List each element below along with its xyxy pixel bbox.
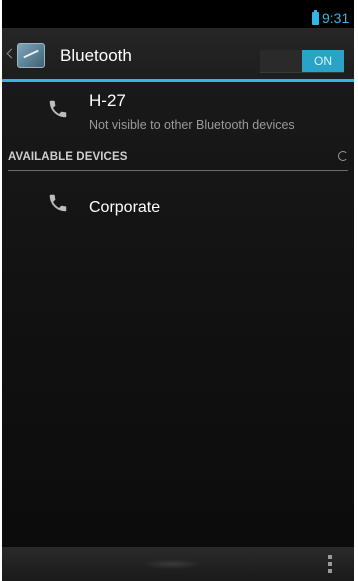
home-button-glow[interactable] xyxy=(142,559,202,569)
section-header-label: AVAILABLE DEVICES xyxy=(8,151,128,163)
device-name: Corporate xyxy=(89,199,161,216)
settings-app-icon[interactable] xyxy=(17,43,45,68)
overflow-menu-icon[interactable] xyxy=(328,555,332,573)
paired-device-row[interactable]: H-27 Not visible to other Bluetooth devi… xyxy=(2,82,354,144)
battery-icon xyxy=(312,10,319,25)
status-time: 9:31 xyxy=(322,10,350,26)
paired-device-status: Not visible to other Bluetooth devices xyxy=(89,118,295,132)
phone-icon xyxy=(49,194,67,212)
paired-device-name: H-27 xyxy=(89,91,126,110)
page-title: Bluetooth xyxy=(60,46,132,65)
up-caret-icon[interactable] xyxy=(6,48,17,59)
bluetooth-toggle-label: ON xyxy=(302,50,344,72)
bluetooth-toggle[interactable]: ON xyxy=(260,50,344,73)
available-devices-header: AVAILABLE DEVICES xyxy=(8,144,348,171)
phone-icon xyxy=(49,100,67,118)
list-item-corporate[interactable]: Corporate xyxy=(2,178,354,238)
navigation-bar xyxy=(2,547,354,581)
status-bar: 9:31 xyxy=(2,0,354,28)
action-bar: Bluetooth ON xyxy=(2,28,354,82)
scanning-spinner-icon xyxy=(338,151,348,161)
device-screen: 9:31 Bluetooth ON H-27 Not visible to ot… xyxy=(2,0,354,581)
